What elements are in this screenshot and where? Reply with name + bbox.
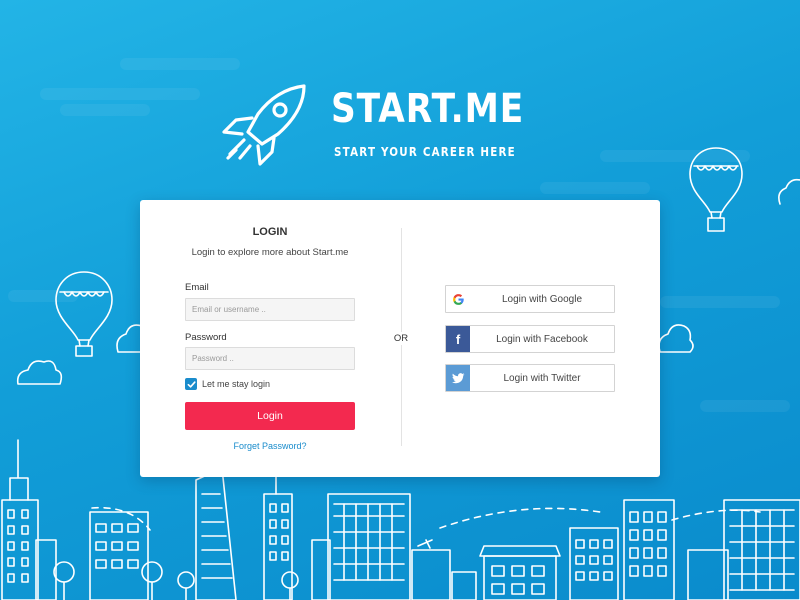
- twitter-login-button[interactable]: Login with Twitter: [445, 364, 615, 392]
- remember-label: Let me stay login: [202, 379, 271, 389]
- brand-tagline: START YOUR CAREER HERE: [334, 145, 516, 159]
- cloud-icon: [778, 178, 800, 205]
- checkmark-icon: [187, 380, 196, 388]
- facebook-icon: f: [446, 326, 470, 352]
- login-card: LOGIN Login to explore more about Start.…: [140, 200, 660, 477]
- brand-header: START.ME START YOUR CAREER HERE: [218, 80, 523, 170]
- hot-air-balloon-icon: [55, 271, 113, 357]
- login-subheading: Login to explore more about Start.me: [191, 247, 349, 258]
- cloud-icon: [658, 324, 694, 353]
- or-separator: OR: [390, 332, 412, 345]
- brand-title: START.ME: [331, 86, 525, 132]
- rocket-icon: [222, 84, 306, 166]
- google-icon: [446, 286, 470, 312]
- password-field[interactable]: [185, 347, 355, 370]
- twitter-icon: [446, 365, 470, 391]
- forgot-password-link[interactable]: Forget Password?: [185, 441, 355, 451]
- google-login-label: Login with Google: [501, 293, 583, 305]
- google-login-button[interactable]: Login with Google: [445, 285, 615, 313]
- login-heading: LOGIN: [252, 226, 288, 238]
- hot-air-balloon-icon: [689, 147, 743, 232]
- remember-checkbox[interactable]: [185, 378, 197, 390]
- password-label: Password: [185, 332, 227, 343]
- email-field[interactable]: [185, 298, 355, 321]
- facebook-login-label: Login with Facebook: [496, 333, 588, 345]
- twitter-login-label: Login with Twitter: [503, 372, 581, 384]
- login-button[interactable]: Login: [185, 402, 355, 430]
- facebook-login-button[interactable]: f Login with Facebook: [445, 325, 615, 353]
- cloud-icon: [16, 360, 63, 385]
- email-label: Email: [185, 282, 209, 293]
